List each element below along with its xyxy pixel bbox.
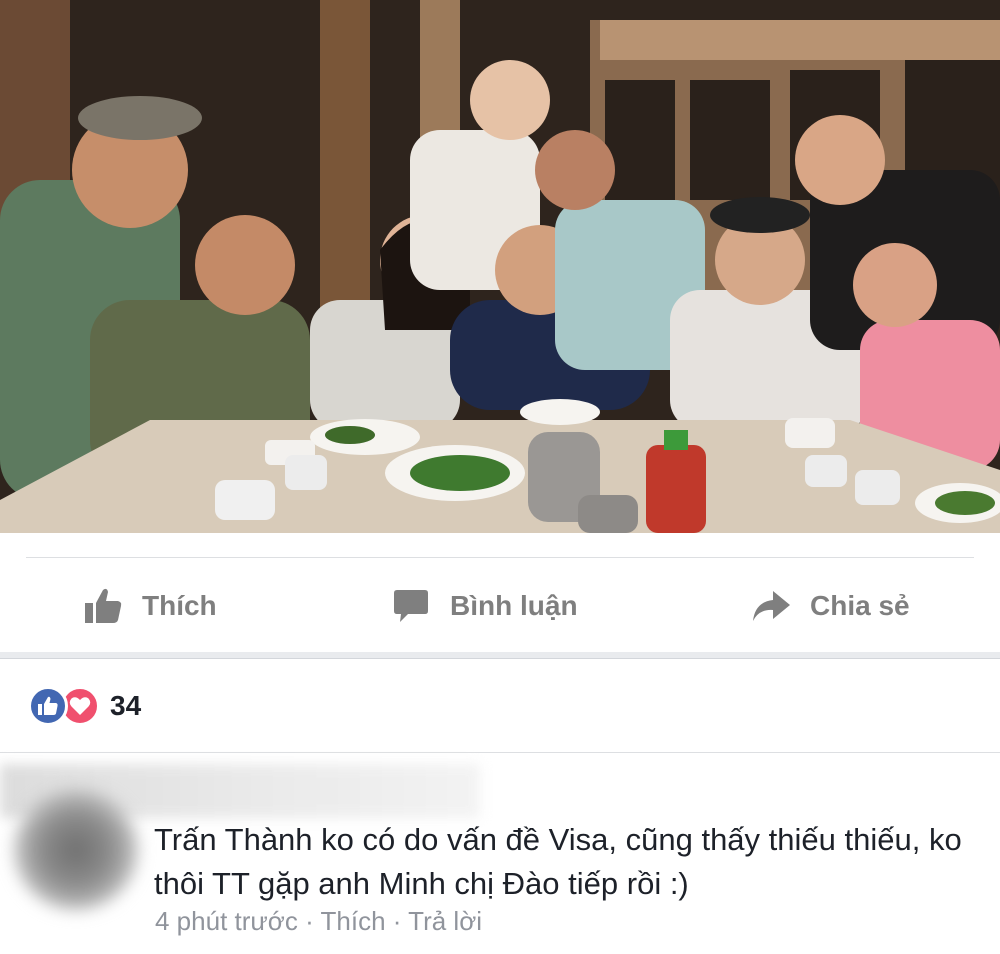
share-label: Chia sẻ (810, 590, 910, 621)
photo-illustration (0, 0, 1000, 533)
post-photo[interactable] (0, 0, 1000, 533)
comment-time[interactable]: 4 phút trước (155, 906, 298, 936)
reaction-count: 34 (110, 690, 142, 721)
comment-like-link[interactable]: Thích (321, 906, 386, 936)
divider (0, 658, 1000, 659)
meta-separator: · (385, 906, 409, 936)
divider (26, 557, 974, 558)
meta-separator: · (297, 906, 321, 936)
reaction-summary[interactable]: 34 (28, 686, 141, 726)
share-button[interactable]: Chia sẻ (750, 560, 910, 652)
comment-bubble-icon (390, 586, 432, 626)
thumbs-up-icon (82, 586, 124, 626)
comment-label: Bình luận (450, 590, 578, 621)
like-button[interactable]: Thích (82, 560, 217, 652)
avatar[interactable] (14, 790, 138, 910)
divider (0, 752, 1000, 753)
post-action-bar: Thích Bình luận Chia sẻ (0, 560, 1000, 652)
like-icon (28, 686, 68, 726)
comment-reply-link[interactable]: Trả lời (408, 906, 482, 936)
comment: Trấn Thành ko có do vấn đề Visa, cũng th… (0, 760, 1000, 954)
comment-text: Trấn Thành ko có do vấn đề Visa, cũng th… (154, 822, 962, 901)
like-label: Thích (142, 590, 217, 621)
comment-button[interactable]: Bình luận (390, 560, 578, 652)
share-arrow-icon (750, 586, 792, 626)
comment-meta: 4 phút trước · Thích · Trả lời (155, 906, 482, 937)
